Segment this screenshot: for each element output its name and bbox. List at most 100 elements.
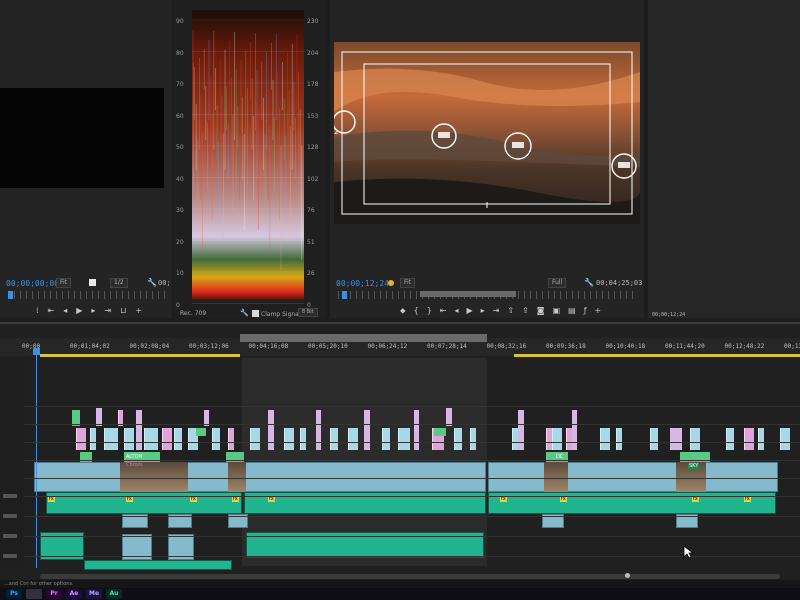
timeline-clip[interactable]	[398, 428, 410, 450]
timeline-clip[interactable]	[758, 428, 764, 450]
timeline-clip[interactable]	[348, 428, 358, 450]
timeline-clip[interactable]	[744, 428, 754, 450]
work-area-bar[interactable]	[240, 334, 487, 342]
marker-dot-icon[interactable]	[388, 280, 394, 286]
taskbar-app-icon[interactable]: Me	[86, 589, 102, 599]
timeline-clip[interactable]	[268, 410, 274, 450]
timeline-clip[interactable]	[124, 428, 134, 450]
wrench-icon[interactable]: 🔧	[584, 278, 594, 287]
settings-square-icon[interactable]	[89, 279, 96, 286]
timeline-clip[interactable]	[136, 410, 142, 450]
timeline-clip[interactable]	[228, 428, 234, 450]
taskbar-app-icon[interactable]: Pr	[46, 589, 62, 599]
clip-label-tab[interactable]	[434, 428, 446, 436]
add-marker-icon[interactable]: ⬥	[400, 306, 406, 316]
mark-in-icon[interactable]: {	[414, 306, 419, 316]
playhead-line[interactable]	[36, 348, 37, 568]
go-to-in-icon[interactable]: ⇤	[48, 306, 55, 315]
video-thumbnail[interactable]	[544, 462, 568, 492]
video-thumbnail[interactable]	[160, 462, 188, 492]
wrench-icon[interactable]: 🔧	[240, 309, 249, 317]
timeline-clip[interactable]	[470, 428, 476, 450]
source-timecode[interactable]: 00;00;00;00	[6, 279, 59, 288]
timeline-horizontal-scrollbar[interactable]	[40, 573, 780, 579]
timeline-clip[interactable]	[518, 410, 524, 450]
bit-depth-dropdown[interactable]: 8 Bit	[298, 308, 318, 317]
taskbar-app-icon[interactable]: Ae	[66, 589, 82, 599]
multi-camera-icon[interactable]: ▤	[568, 306, 576, 316]
timeline-clip[interactable]	[300, 428, 306, 450]
mark-in-icon[interactable]: ⁞	[36, 306, 39, 315]
timeline-clip[interactable]	[364, 410, 370, 450]
timeline-clip[interactable]	[212, 428, 220, 450]
wrench-icon[interactable]: 🔧	[147, 278, 157, 287]
music-clip[interactable]	[84, 560, 232, 570]
timeline-clip[interactable]	[76, 428, 86, 450]
timeline-clip[interactable]	[454, 428, 462, 450]
timeline-clip[interactable]	[650, 428, 658, 450]
timeline-clip[interactable]	[414, 410, 419, 450]
go-to-out-icon[interactable]: ⇥	[104, 306, 111, 315]
checkbox-checked-icon[interactable]	[252, 310, 259, 317]
program-playhead[interactable]	[342, 291, 347, 299]
timeline-clip[interactable]	[616, 428, 622, 450]
timeline-clip[interactable]	[250, 428, 260, 450]
step-forward-icon[interactable]: ▸	[91, 306, 95, 315]
timeline-clip[interactable]	[144, 428, 158, 450]
video-clip-strip[interactable]	[242, 462, 486, 492]
source-fit-dropdown[interactable]: Fit	[56, 278, 72, 288]
go-to-out-icon[interactable]: ⇥	[493, 306, 500, 316]
timeline-clip[interactable]	[174, 428, 182, 450]
insert-icon[interactable]: ⊔	[120, 306, 126, 315]
track-toggle[interactable]	[3, 554, 17, 558]
program-video-frame[interactable]	[334, 42, 640, 224]
track-toggle[interactable]	[3, 514, 17, 518]
clip-label-tab[interactable]	[196, 428, 206, 436]
track-toggle[interactable]	[3, 534, 17, 538]
video-clip-strip[interactable]	[488, 462, 778, 492]
ruler-timecode: 00;07;28;14	[427, 343, 467, 350]
taskbar-app-icon[interactable]	[26, 589, 42, 599]
play-icon[interactable]: ▶	[467, 306, 473, 316]
timeline-clip[interactable]	[690, 428, 700, 450]
track-toggle[interactable]	[3, 494, 17, 498]
add-icon[interactable]: +	[135, 306, 142, 315]
timeline-clip[interactable]	[552, 428, 562, 450]
program-in-out-range[interactable]	[420, 291, 516, 297]
program-fit-dropdown[interactable]: Fit	[400, 278, 416, 288]
clamp-signal-checkbox[interactable]: Clamp Signal	[252, 310, 301, 318]
taskbar-app-icon[interactable]: Ps	[6, 589, 22, 599]
go-to-in-icon[interactable]: ⇤	[440, 306, 447, 316]
scroll-handle[interactable]	[625, 573, 630, 578]
timeline-clip[interactable]	[162, 428, 172, 450]
timeline-clip[interactable]	[726, 428, 734, 450]
extract-icon[interactable]: ⇪	[522, 306, 529, 316]
timeline-clip[interactable]	[600, 428, 610, 450]
play-icon[interactable]: ▶	[76, 306, 82, 315]
taskbar-app-icon[interactable]: Au	[106, 589, 122, 599]
timeline-clip[interactable]	[670, 428, 682, 450]
timeline-clip[interactable]	[780, 428, 790, 450]
fx-icon[interactable]: ƒ	[584, 306, 587, 316]
step-back-icon[interactable]: ◂	[63, 306, 67, 315]
add-icon[interactable]: +	[595, 306, 602, 316]
timeline-clip[interactable]	[104, 428, 118, 450]
timeline-clip[interactable]	[382, 428, 390, 450]
compare-icon[interactable]: ▣	[553, 306, 561, 316]
timeline-clip[interactable]	[284, 428, 294, 450]
timeline-clip[interactable]	[330, 428, 338, 450]
source-playhead[interactable]	[8, 291, 13, 299]
source-resolution-dropdown[interactable]: 1/2	[110, 278, 128, 288]
timeline-clip[interactable]	[90, 428, 96, 450]
timeline-clip[interactable]	[572, 410, 577, 450]
timeline-clip[interactable]	[316, 410, 321, 450]
export-frame-icon[interactable]: ◙	[537, 306, 545, 316]
step-back-icon[interactable]: ◂	[455, 306, 459, 316]
source-time-ruler[interactable]	[8, 291, 166, 299]
video-thumbnail[interactable]	[228, 462, 246, 492]
program-quality-dropdown[interactable]: Full	[548, 278, 567, 288]
lift-icon[interactable]: ⇧	[507, 306, 514, 316]
mark-out-icon[interactable]: }	[427, 306, 432, 316]
step-forward-icon[interactable]: ▸	[481, 306, 485, 316]
program-timecode[interactable]: 00;00;12;24	[336, 279, 389, 288]
